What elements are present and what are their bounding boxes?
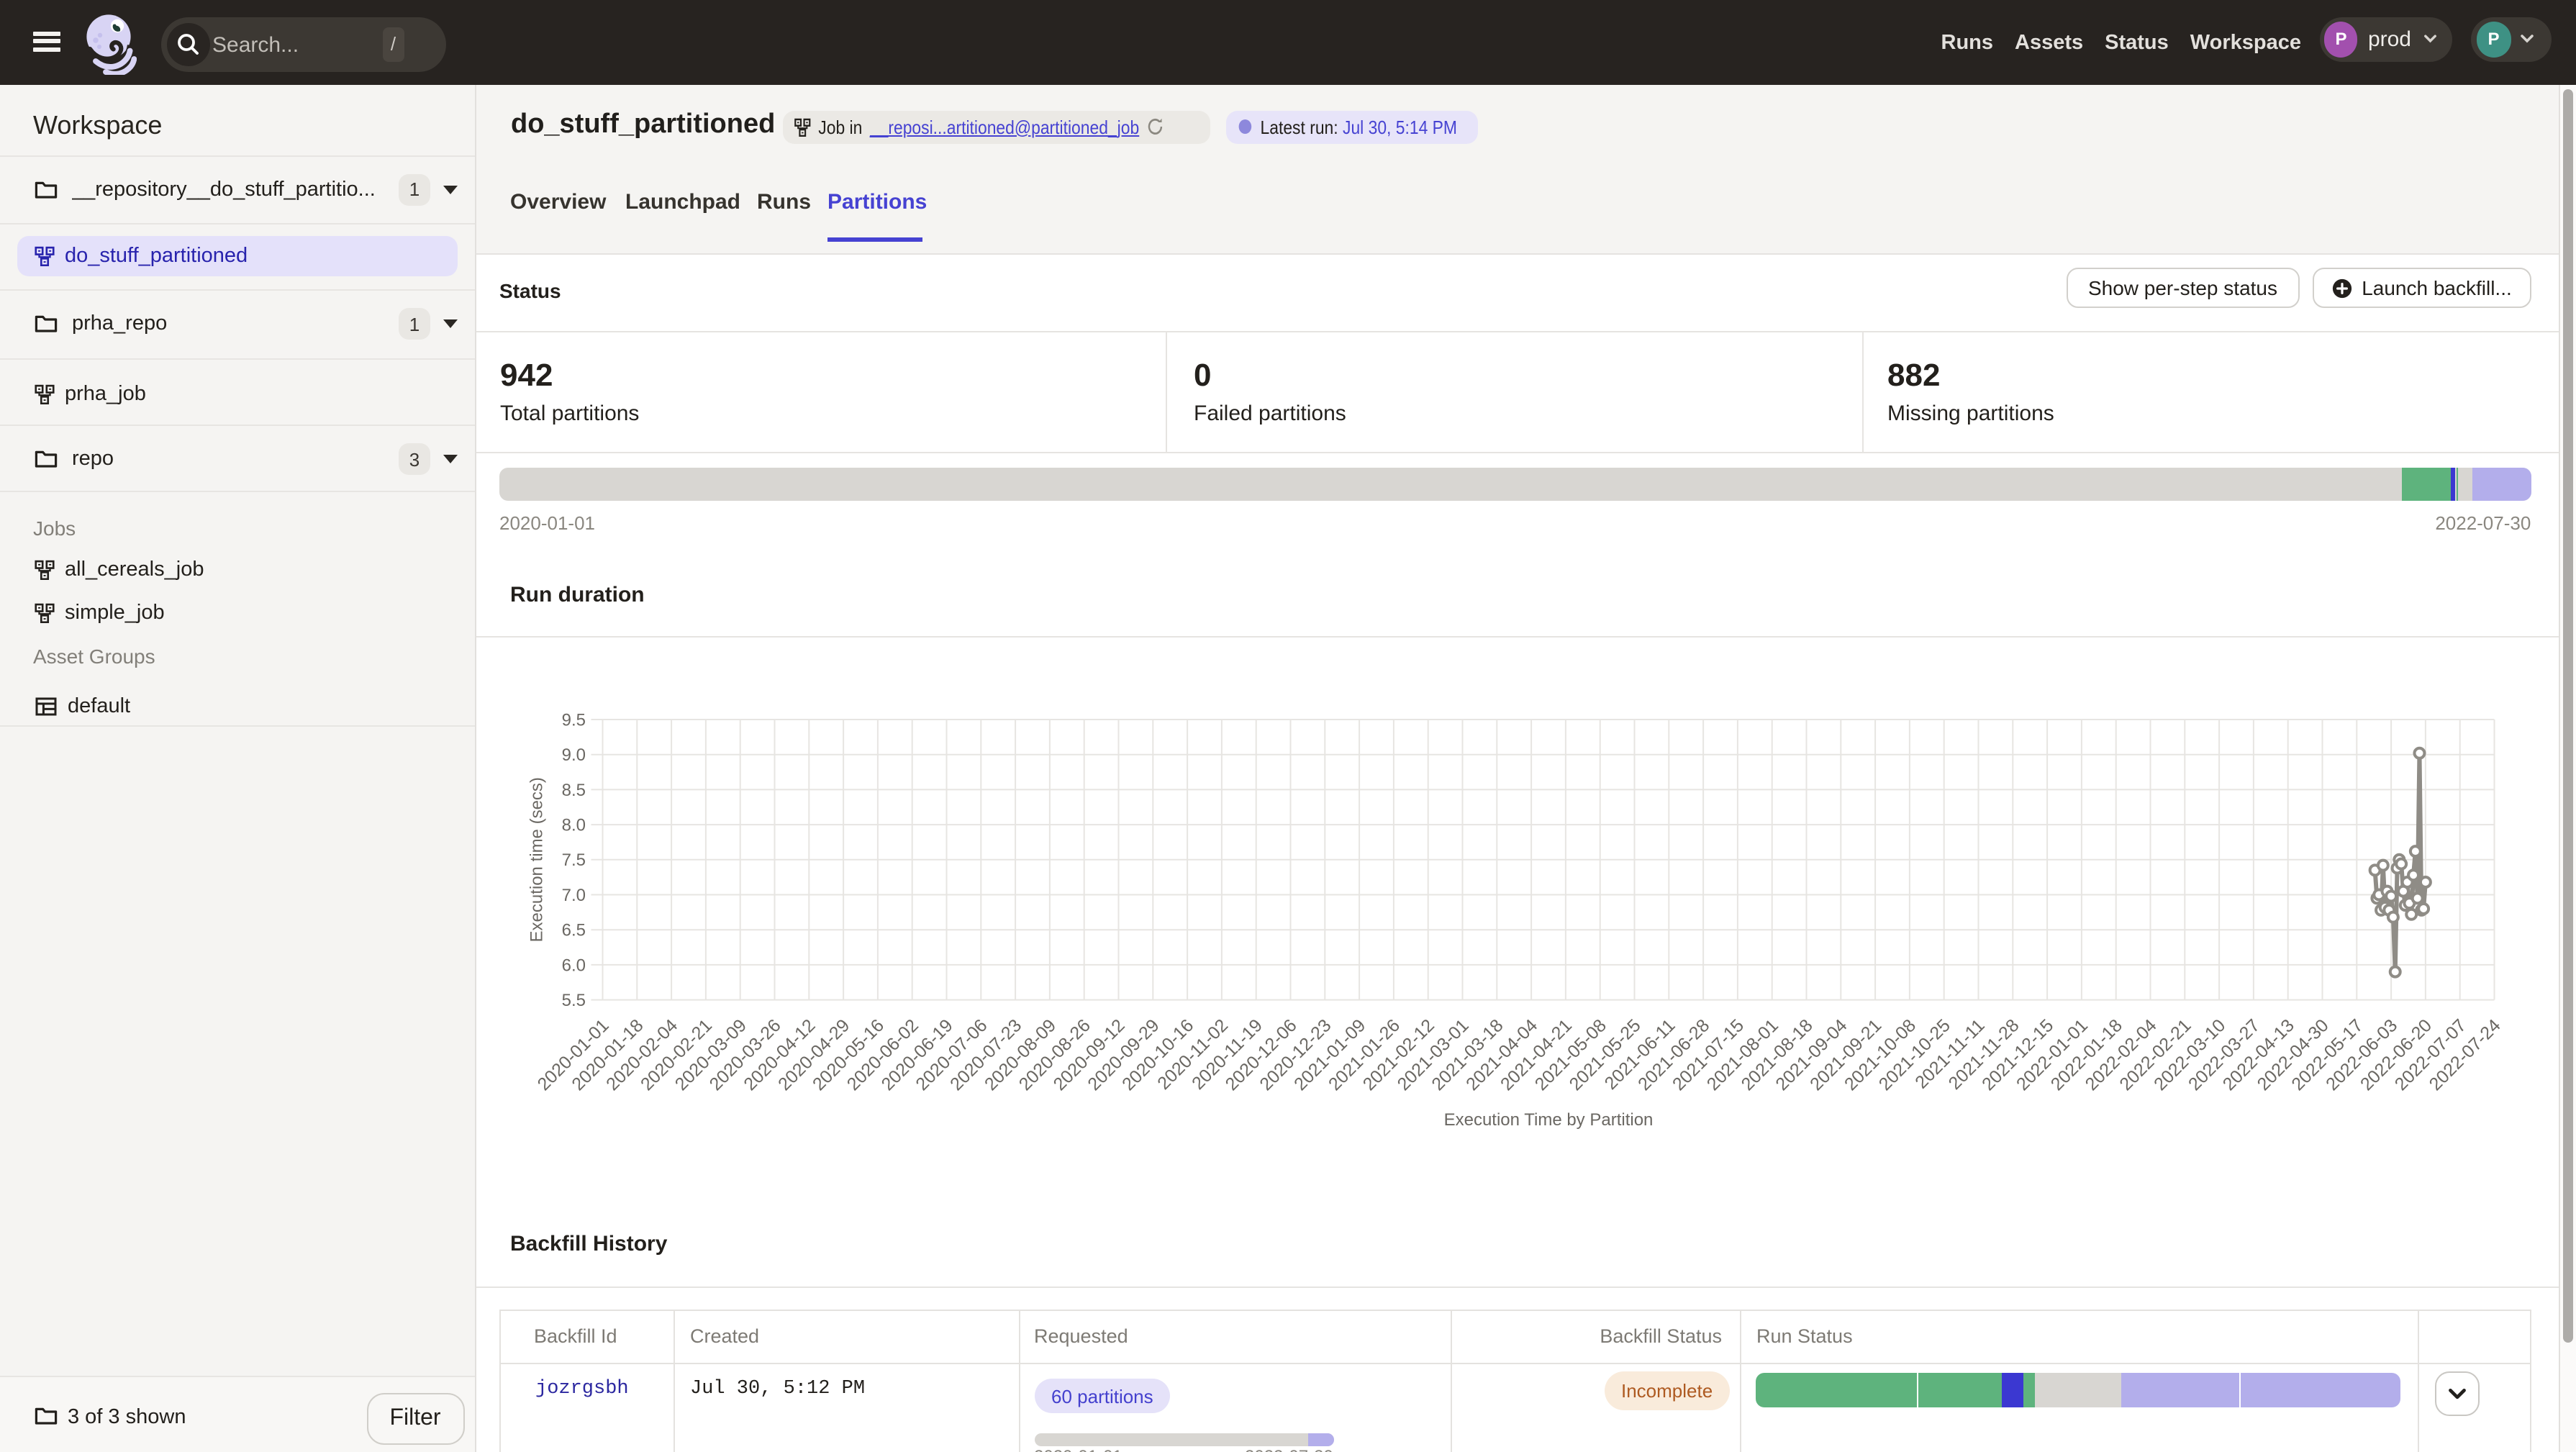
svg-text:6.0: 6.0	[562, 956, 586, 975]
svg-text:9.5: 9.5	[562, 710, 586, 730]
svg-text:8.0: 8.0	[562, 816, 586, 835]
svg-text:7.5: 7.5	[562, 850, 586, 870]
svg-text:9.0: 9.0	[562, 745, 586, 765]
svg-text:6.5: 6.5	[562, 921, 586, 940]
svg-text:Execution time (secs): Execution time (secs)	[527, 777, 547, 942]
svg-text:8.5: 8.5	[562, 781, 586, 800]
svg-text:Execution Time by Partition: Execution Time by Partition	[1444, 1110, 1654, 1130]
svg-text:5.5: 5.5	[562, 991, 586, 1010]
svg-text:7.0: 7.0	[562, 886, 586, 905]
